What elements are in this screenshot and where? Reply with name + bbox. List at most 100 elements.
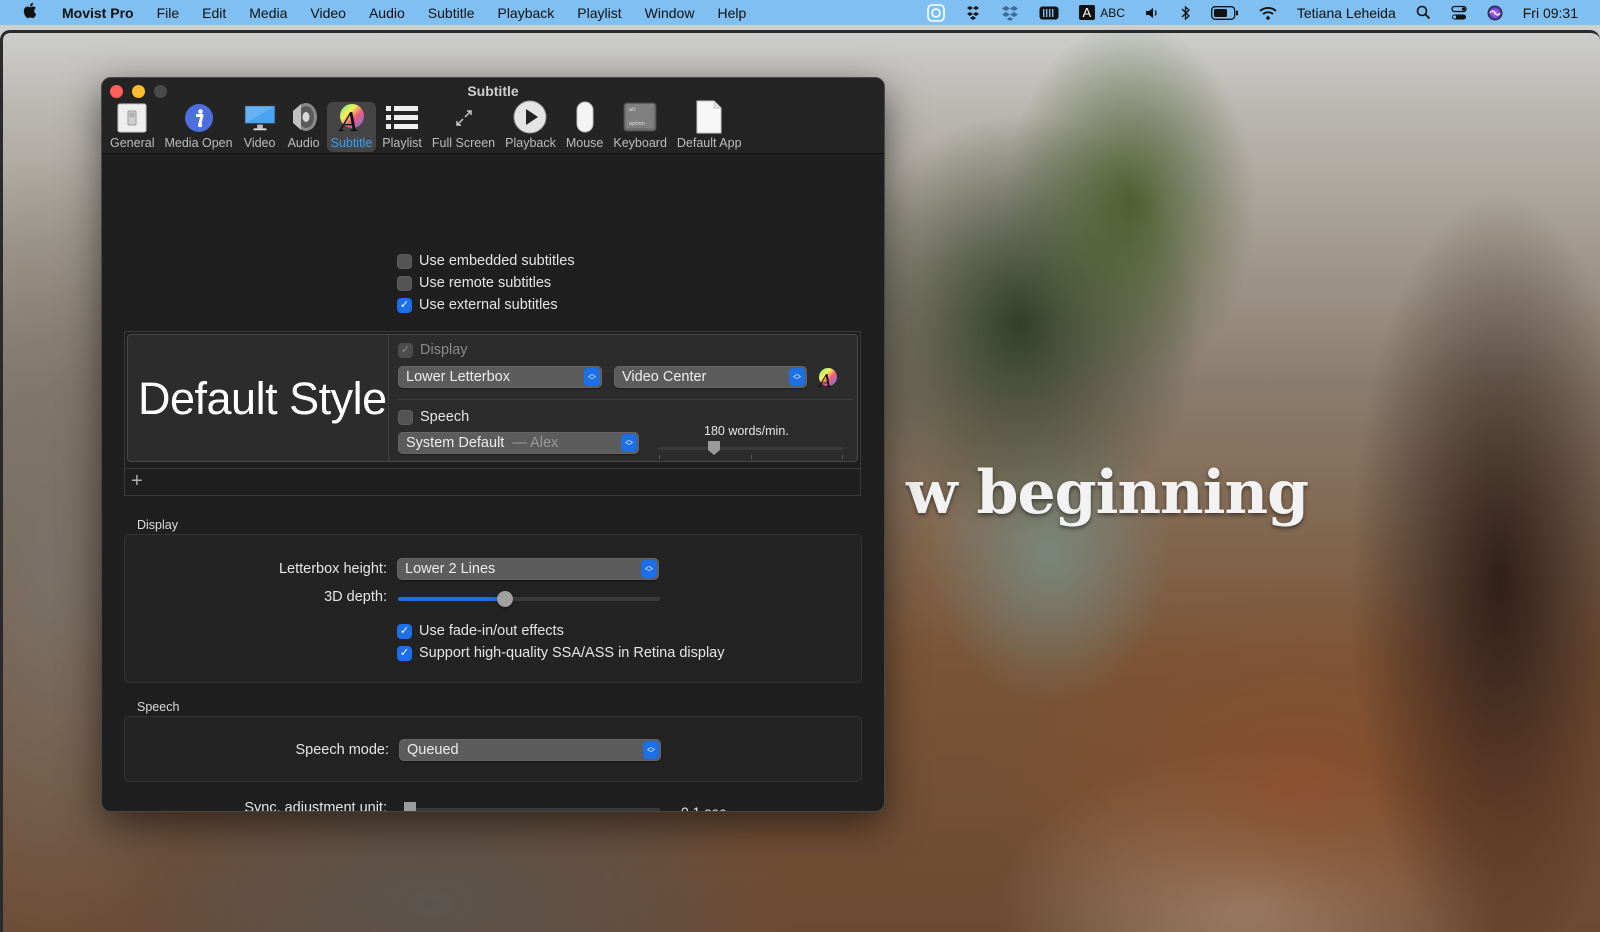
style-card[interactable]: Default Style ✓ Display Lower Letterbox … bbox=[127, 334, 858, 462]
menu-subtitle[interactable]: Subtitle bbox=[428, 5, 475, 21]
style-speech-check bbox=[398, 409, 413, 425]
menu-media[interactable]: Media bbox=[249, 5, 287, 21]
tab-full-screen-label: Full Screen bbox=[431, 136, 496, 150]
menu-edit[interactable]: Edit bbox=[202, 5, 226, 21]
external-subtitles-checkbox[interactable]: ✓ Use external subtitles bbox=[397, 297, 558, 313]
sync-adjustment-slider-handle[interactable] bbox=[403, 801, 417, 811]
menu-file[interactable]: File bbox=[157, 5, 180, 21]
style-row-divider bbox=[398, 399, 853, 400]
speech-group: Speech mode: Queued ︿ ﹀ bbox=[124, 716, 862, 782]
tab-keyboard[interactable]: alt option Keyboard bbox=[609, 102, 671, 152]
menu-playlist[interactable]: Playlist bbox=[577, 5, 621, 21]
font-color-picker-icon[interactable]: A bbox=[816, 367, 838, 392]
style-speech-label: Speech bbox=[420, 409, 470, 425]
spotlight-search-icon[interactable] bbox=[1416, 5, 1431, 20]
menu-playback[interactable]: Playback bbox=[497, 5, 554, 21]
popup-arrows-icon: ︿ ﹀ bbox=[584, 368, 600, 386]
speech-voice-popup[interactable]: System Default — Alex ︿ ﹀ bbox=[398, 432, 639, 454]
subtitle-preferences-pane: Use embedded subtitles Use remote subtit… bbox=[102, 154, 884, 811]
speaker-icon bbox=[287, 101, 321, 133]
tab-playlist[interactable]: Playlist bbox=[378, 102, 426, 152]
tab-video[interactable]: Video bbox=[239, 102, 281, 152]
memory-icon[interactable] bbox=[1039, 6, 1059, 20]
siri-icon[interactable] bbox=[1487, 5, 1503, 21]
style-name-preview: Default Style bbox=[138, 373, 387, 424]
dropbox-dark-icon[interactable] bbox=[965, 5, 981, 21]
speech-rate-label: 180 words/min. bbox=[704, 424, 789, 438]
tab-general[interactable]: General bbox=[106, 102, 158, 152]
speech-voice-value: System Default bbox=[406, 435, 505, 451]
svg-text:A: A bbox=[817, 371, 832, 389]
style-display-label: Display bbox=[420, 342, 468, 358]
screenshot-icon[interactable] bbox=[926, 3, 945, 22]
clock[interactable]: Fri 09:31 bbox=[1523, 5, 1578, 21]
fullscreen-icon bbox=[447, 102, 481, 133]
hq-ssa-checkbox[interactable]: ✓ Support high-quality SSA/ASS in Retina… bbox=[397, 645, 724, 661]
dropbox-icon[interactable] bbox=[1001, 5, 1019, 21]
subtitle-style-list: Default Style ✓ Display Lower Letterbox … bbox=[124, 331, 861, 496]
style-speech-checkbox[interactable]: Speech bbox=[398, 409, 469, 425]
subtitle-alignment-popup[interactable]: Video Center ︿ ﹀ bbox=[614, 366, 807, 388]
subtitle-position-popup[interactable]: Lower Letterbox ︿ ﹀ bbox=[398, 366, 602, 388]
external-subtitles-label: Use external subtitles bbox=[419, 297, 558, 313]
wifi-icon[interactable] bbox=[1259, 6, 1277, 20]
speech-mode-popup[interactable]: Queued ︿ ﹀ bbox=[399, 739, 661, 761]
menu-help[interactable]: Help bbox=[717, 5, 746, 21]
3d-depth-label: 3D depth: bbox=[324, 589, 387, 605]
remote-subtitles-checkbox[interactable]: Use remote subtitles bbox=[397, 275, 551, 291]
fade-effects-checkbox[interactable]: ✓ Use fade-in/out effects bbox=[397, 623, 564, 639]
volume-icon[interactable] bbox=[1145, 6, 1161, 20]
user-name[interactable]: Tetiana Leheida bbox=[1297, 5, 1396, 21]
tab-media-open[interactable]: Media Open bbox=[160, 102, 236, 152]
speech-group-title: Speech bbox=[137, 700, 180, 714]
video-subtitle-text: w beginning bbox=[906, 458, 1309, 528]
popup-arrows-icon: ︿ ﹀ bbox=[789, 368, 805, 386]
popup-arrows-icon: ︿ ﹀ bbox=[621, 434, 637, 452]
speech-voice-name: — Alex bbox=[512, 435, 559, 451]
style-display-checkbox[interactable]: ✓ Display bbox=[398, 342, 468, 358]
remote-subtitles-label: Use remote subtitles bbox=[419, 275, 552, 291]
3d-depth-slider-fill bbox=[398, 597, 506, 601]
apple-menu-icon[interactable] bbox=[22, 2, 50, 24]
bluetooth-icon[interactable] bbox=[1181, 5, 1191, 21]
embedded-subtitles-label: Use embedded subtitles bbox=[419, 253, 575, 269]
sync-adjustment-slider[interactable] bbox=[404, 802, 660, 811]
3d-depth-slider[interactable] bbox=[398, 591, 660, 607]
hq-ssa-label: Support high-quality SSA/ASS in Retina d… bbox=[419, 645, 725, 661]
svg-text:option: option bbox=[629, 121, 645, 127]
speech-rate-slider-handle[interactable] bbox=[707, 440, 721, 456]
tab-playback-label: Playback bbox=[505, 136, 556, 150]
svg-text:A: A bbox=[338, 108, 359, 133]
menu-window[interactable]: Window bbox=[645, 5, 695, 21]
fade-effects-label: Use fade-in/out effects bbox=[419, 623, 564, 639]
menu-bar: Movist Pro File Edit Media Video Audio S… bbox=[0, 0, 1600, 25]
tab-playback[interactable]: Playback bbox=[501, 100, 560, 152]
keyboard-icon: alt option bbox=[623, 101, 657, 133]
letterbox-height-popup[interactable]: Lower 2 Lines ︿ ﹀ bbox=[397, 558, 659, 580]
tab-subtitle-label: Subtitle bbox=[330, 136, 373, 150]
embedded-subtitles-checkbox[interactable]: Use embedded subtitles bbox=[397, 253, 575, 269]
input-source-icon[interactable]: A ABC bbox=[1078, 5, 1125, 20]
speech-rate-slider[interactable] bbox=[658, 441, 843, 455]
3d-depth-slider-handle[interactable] bbox=[497, 591, 514, 607]
battery-icon[interactable] bbox=[1210, 5, 1239, 20]
tab-default-app-label: Default App bbox=[676, 136, 742, 150]
menu-app-name[interactable]: Movist Pro bbox=[62, 5, 134, 21]
menu-audio[interactable]: Audio bbox=[369, 5, 405, 21]
tab-full-screen[interactable]: Full Screen bbox=[428, 102, 499, 152]
tab-video-label: Video bbox=[243, 136, 276, 150]
svg-text:alt: alt bbox=[629, 107, 635, 113]
control-center-icon[interactable] bbox=[1451, 5, 1467, 21]
letterbox-height-value: Lower 2 Lines bbox=[405, 561, 496, 577]
popup-arrows-icon: ︿ ﹀ bbox=[643, 741, 659, 759]
style-list-footer: + bbox=[125, 468, 860, 495]
tab-audio[interactable]: Audio bbox=[283, 102, 325, 152]
tab-subtitle[interactable]: A Subtitle bbox=[326, 102, 377, 152]
tab-playlist-label: Playlist bbox=[382, 136, 422, 150]
add-style-button[interactable]: + bbox=[131, 471, 143, 491]
input-source-letter: A bbox=[1078, 5, 1096, 20]
tab-default-app[interactable]: Default App bbox=[673, 100, 746, 152]
tab-mouse[interactable]: Mouse bbox=[562, 101, 608, 152]
menu-video[interactable]: Video bbox=[310, 5, 346, 21]
popup-arrows-icon: ︿ ﹀ bbox=[641, 560, 657, 578]
